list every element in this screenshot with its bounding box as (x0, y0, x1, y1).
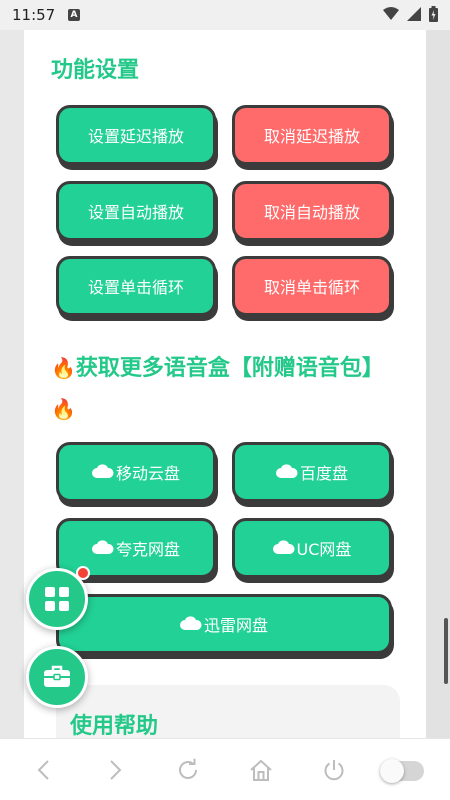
cloud-icon (179, 615, 202, 634)
cancel-auto-play-button[interactable]: 取消自动播放 (232, 181, 392, 241)
uc-drive-button[interactable]: UC网盘 (232, 518, 392, 578)
power-icon[interactable] (320, 756, 348, 784)
signal-icon (407, 7, 421, 21)
status-bar: 11:57 A (0, 0, 450, 30)
button-label: 移动云盘 (115, 464, 180, 483)
refresh-icon[interactable] (174, 756, 202, 784)
fire-icon: 🔥 (51, 356, 76, 380)
cancel-delay-play-button[interactable]: 取消延迟播放 (232, 105, 392, 165)
cloud-icon (91, 463, 114, 482)
toggle-switch[interactable] (380, 759, 424, 783)
content-card: 功能设置 设置延迟播放 取消延迟播放 设置自动播放 取消自动播放 设置单击循环 … (24, 30, 426, 738)
button-label: 迅雷网盘 (203, 616, 268, 635)
set-delay-play-button[interactable]: 设置延迟播放 (56, 105, 216, 165)
cloud-icon (91, 539, 114, 558)
cancel-click-loop-button[interactable]: 取消单击循环 (232, 256, 392, 316)
notification-icon: A (68, 9, 80, 21)
system-icons (383, 6, 438, 22)
forward-icon[interactable] (102, 756, 130, 784)
section-title-help: 使用帮助 (70, 714, 159, 738)
button-label: UC网盘 (296, 540, 352, 559)
set-click-loop-button[interactable]: 设置单击循环 (56, 256, 216, 316)
grid-icon (45, 587, 69, 611)
toolbox-icon (44, 665, 70, 687)
status-time: 11:57 (12, 6, 56, 24)
xunlei-drive-button[interactable]: 迅雷网盘 (56, 594, 392, 654)
section-title-function-settings: 功能设置 (51, 58, 140, 83)
battery-icon (429, 6, 438, 22)
toggle-knob (380, 759, 404, 783)
scrollbar[interactable] (444, 618, 448, 684)
bottom-nav-bar (0, 738, 450, 800)
home-icon[interactable] (247, 756, 275, 784)
button-label: 夸克网盘 (115, 540, 180, 559)
button-label: 百度盘 (299, 464, 348, 483)
wifi-icon (383, 7, 399, 20)
back-icon[interactable] (29, 756, 57, 784)
set-auto-play-button[interactable]: 设置自动播放 (56, 181, 216, 241)
section-title-more-voice-box: 🔥获取更多语音盒【附赠语音包】 🔥 (51, 348, 401, 430)
more-voice-box-title-text: 获取更多语音盒【附赠语音包】 (75, 356, 384, 381)
baidu-drive-button[interactable]: 百度盘 (232, 442, 392, 502)
cloud-icon (272, 539, 295, 558)
mobile-cloud-drive-button[interactable]: 移动云盘 (56, 442, 216, 502)
fire-icon: 🔥 (51, 397, 76, 421)
cloud-icon (275, 463, 298, 482)
toolbox-fab[interactable] (26, 646, 88, 708)
notification-badge (76, 566, 90, 580)
